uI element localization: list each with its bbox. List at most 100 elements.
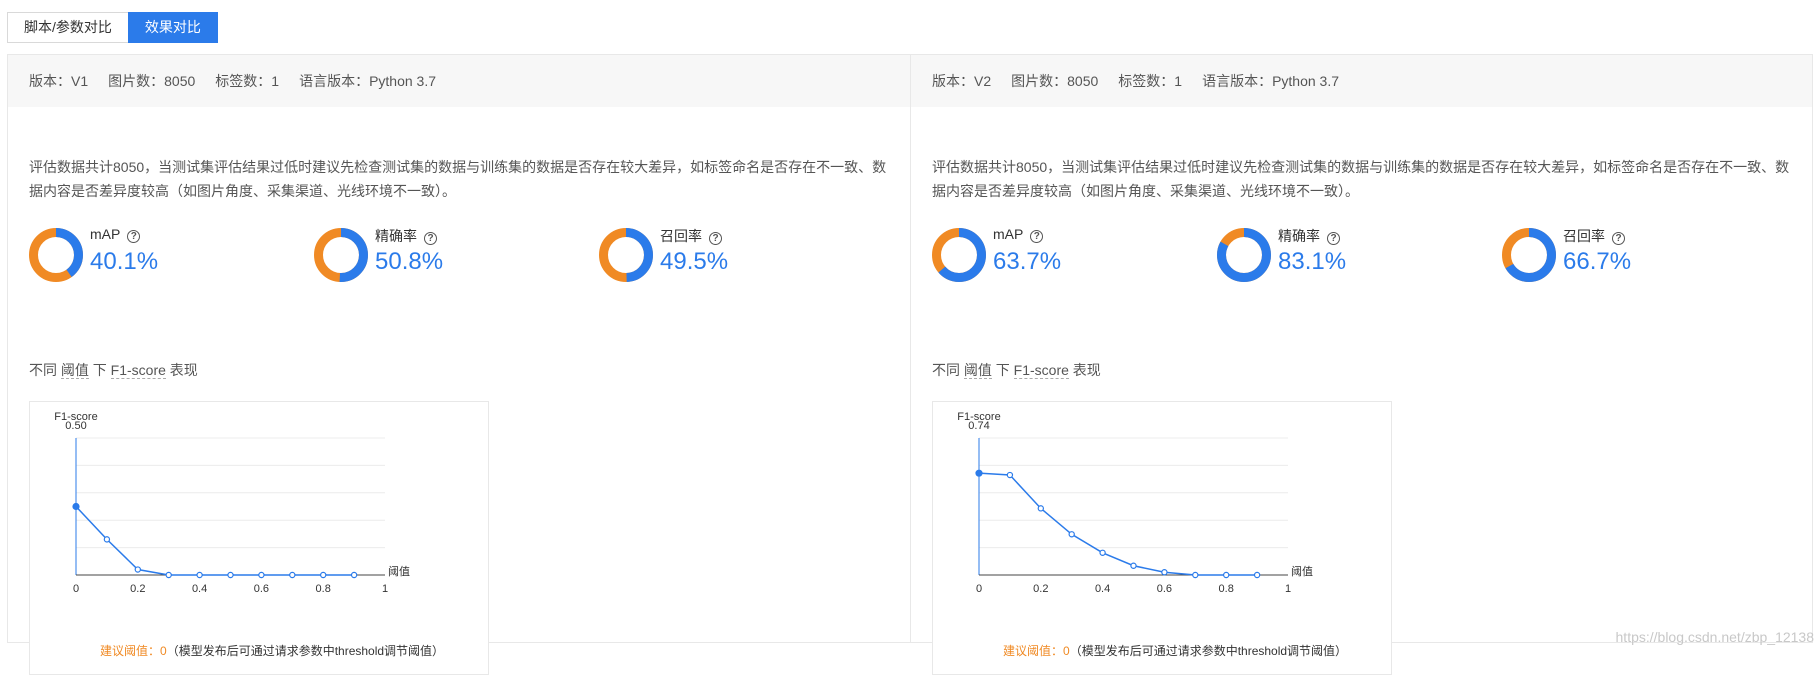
y-tick-label: 0.50 bbox=[65, 420, 86, 432]
data-point bbox=[1192, 571, 1199, 579]
data-point bbox=[1253, 571, 1261, 579]
metric-label: 精确率? bbox=[375, 226, 437, 246]
subtitle-part: 下 bbox=[991, 362, 1014, 378]
version-panel-v2: 版本：V2 图片数：8050 标签数：1 语言版本：Python 3.7 评估数… bbox=[910, 55, 1812, 675]
data-point bbox=[320, 571, 327, 579]
watermark: https://blog.csdn.net/zbp_12138 bbox=[1615, 629, 1814, 645]
version-text: 版本：V2 bbox=[932, 73, 992, 89]
x-tick-label: 0.4 bbox=[1095, 583, 1110, 595]
map-donut bbox=[29, 228, 83, 282]
tab-bar: 脚本/参数对比 效果对比 bbox=[7, 12, 218, 43]
evaluation-description: 评估数据共计8050，当测试集评估结果过低时建议先检查测试集的数据与训练集的数据… bbox=[932, 159, 1790, 199]
f1-line-chart: F1-score0.50阈值0 0.2 0.4 0.6 0.8 1 bbox=[54, 411, 410, 595]
x-tick-label: 0.2 bbox=[1033, 583, 1048, 595]
recall-donut bbox=[1502, 228, 1556, 282]
compare-container: 版本：V1 图片数：8050 标签数：1 语言版本：Python 3.7 评估数… bbox=[7, 54, 1813, 675]
precision-donut bbox=[314, 228, 368, 282]
data-point bbox=[1223, 571, 1230, 579]
metric-value: 49.5% bbox=[660, 248, 729, 275]
language-version: 语言版本：Python 3.7 bbox=[1202, 73, 1340, 89]
data-point bbox=[975, 469, 983, 477]
metric-label: 精确率? bbox=[1278, 226, 1340, 246]
y-tick-label: 0.74 bbox=[968, 420, 989, 432]
data-point bbox=[134, 566, 142, 573]
threshold-term[interactable]: 阈值 bbox=[963, 362, 992, 379]
help-icon[interactable]: ? bbox=[127, 230, 141, 243]
f1-term[interactable]: F1-score bbox=[1013, 362, 1069, 379]
recall-donut bbox=[599, 228, 653, 282]
metric-name-text: 召回率 bbox=[660, 228, 702, 244]
suggested-threshold-note: （模型发布后可通过请求参数中threshold调节阈值） bbox=[166, 644, 445, 658]
metric-name-text: 精确率 bbox=[1278, 228, 1320, 244]
metric-label: 召回率? bbox=[660, 226, 722, 246]
x-tick-label: 0.8 bbox=[316, 583, 331, 595]
suggested-threshold-label: 建议阈值：0 bbox=[1003, 644, 1070, 658]
metric-value: 40.1% bbox=[90, 248, 159, 275]
help-icon[interactable]: ? bbox=[1612, 232, 1625, 245]
x-tick-label: 0 bbox=[73, 583, 79, 595]
data-point bbox=[227, 571, 234, 579]
f1-chart-card: F1-score 0.74 阈值 0 0.2 0.4 0.6 0.8 1 建议阈值：0（模型发布… bbox=[932, 401, 1392, 675]
f1-series-line bbox=[978, 472, 1258, 576]
x-tick-label: 1 bbox=[382, 583, 388, 595]
data-point bbox=[289, 571, 296, 579]
tab-script-params[interactable]: 脚本/参数对比 bbox=[7, 12, 129, 43]
x-tick-label: 1 bbox=[1285, 583, 1291, 595]
metric-label: 召回率? bbox=[1563, 226, 1625, 246]
help-icon[interactable]: ? bbox=[424, 232, 437, 245]
label-count: 标签数：1 bbox=[215, 73, 280, 89]
subtitle-part: 不同 bbox=[29, 362, 61, 378]
evaluation-description: 评估数据共计8050，当测试集评估结果过低时建议先检查测试集的数据与训练集的数据… bbox=[29, 159, 887, 199]
label-count: 标签数：1 bbox=[1118, 73, 1183, 89]
info-bar: 版本：V1 图片数：8050 标签数：1 语言版本：Python 3.7 bbox=[8, 55, 910, 107]
x-tick-label: 0.6 bbox=[1157, 583, 1172, 595]
f1-series-line bbox=[75, 505, 355, 576]
data-point bbox=[196, 571, 203, 579]
subtitle-part: 下 bbox=[88, 362, 111, 378]
suggested-threshold: 建议阈值：0（模型发布后可通过请求参数中threshold调节阈值） bbox=[100, 642, 444, 659]
threshold-term[interactable]: 阈值 bbox=[60, 362, 89, 379]
data-point bbox=[1099, 549, 1106, 556]
metrics-row: mAP? 40.1% 精确率? 50.8% 召回率? 49.5% bbox=[29, 222, 895, 282]
data-point bbox=[72, 502, 80, 511]
subtitle-part: 表现 bbox=[1068, 362, 1101, 378]
image-count: 图片数：8050 bbox=[108, 73, 196, 89]
metric-label: mAP? bbox=[993, 226, 1044, 243]
metric-value: 66.7% bbox=[1563, 248, 1632, 275]
x-axis-label: 阈值 bbox=[388, 564, 410, 578]
metric-value: 50.8% bbox=[375, 248, 444, 275]
metric-name-text: mAP bbox=[90, 226, 121, 242]
metric-value: 83.1% bbox=[1278, 248, 1347, 275]
tab-effect-compare[interactable]: 效果对比 bbox=[127, 12, 218, 43]
metric-value: 63.7% bbox=[993, 248, 1062, 275]
data-point bbox=[103, 536, 111, 543]
x-tick-label: 0.6 bbox=[254, 583, 269, 595]
info-bar: 版本：V2 图片数：8050 标签数：1 语言版本：Python 3.7 bbox=[911, 55, 1812, 107]
data-point bbox=[1130, 562, 1137, 569]
x-axis-label: 阈值 bbox=[1291, 564, 1313, 578]
subtitle-part: 不同 bbox=[932, 362, 964, 378]
language-version: 语言版本：Python 3.7 bbox=[299, 73, 437, 89]
f1-chart-card: F1-score 0.50 阈值 0 0.2 0.4 0.6 0.8 1 建议阈值：0（模型发布… bbox=[29, 401, 489, 675]
version-text: 版本：V1 bbox=[29, 73, 89, 89]
help-icon[interactable]: ? bbox=[1030, 230, 1044, 243]
f1-section-title: 不同 阈值 下 F1-score 表现 bbox=[29, 360, 198, 380]
f1-line-chart: F1-score0.74阈值0 0.2 0.4 0.6 0.8 1 bbox=[957, 411, 1313, 595]
help-icon[interactable]: ? bbox=[1327, 232, 1340, 245]
f1-term[interactable]: F1-score bbox=[110, 362, 166, 379]
metric-name-text: 召回率 bbox=[1563, 228, 1605, 244]
metric-label: mAP? bbox=[90, 226, 141, 243]
data-point bbox=[1006, 471, 1014, 479]
f1-section-title: 不同 阈值 下 F1-score 表现 bbox=[932, 360, 1101, 380]
subtitle-part: 表现 bbox=[165, 362, 198, 378]
x-tick-label: 0 bbox=[976, 583, 982, 595]
data-point bbox=[1037, 505, 1045, 512]
x-tick-label: 0.2 bbox=[130, 583, 145, 595]
data-point bbox=[1161, 569, 1168, 576]
precision-donut bbox=[1217, 228, 1271, 282]
data-point bbox=[350, 571, 358, 579]
metric-name-text: mAP bbox=[993, 226, 1024, 242]
data-point bbox=[1068, 531, 1075, 538]
suggested-threshold-label: 建议阈值：0 bbox=[100, 644, 167, 658]
help-icon[interactable]: ? bbox=[709, 232, 722, 245]
